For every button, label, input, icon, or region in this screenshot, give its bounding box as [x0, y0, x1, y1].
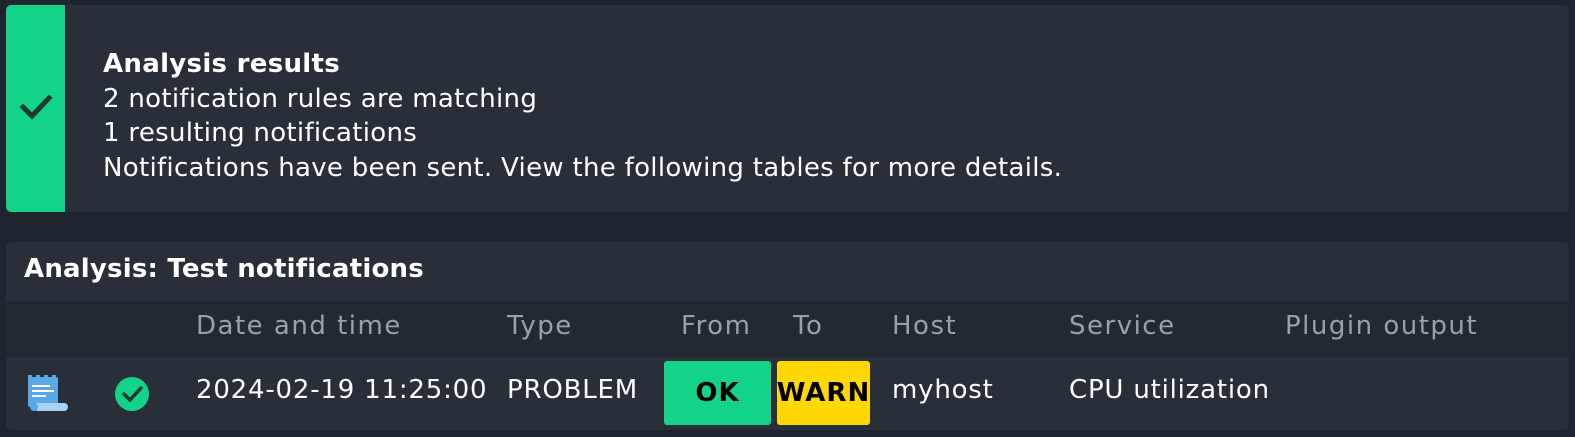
result-title: Analysis results — [103, 49, 341, 79]
table-row: 2024-02-19 11:25:00 PROBLEM OK WARN myho… — [6, 358, 1569, 430]
result-line-rules: 2 notification rules are matching — [103, 83, 538, 114]
result-line-sent: Notifications have been sent. View the f… — [103, 152, 1063, 183]
column-plugin-output: Plugin output — [1285, 311, 1479, 341]
analysis-results-message: Analysis results 2 notification rules ar… — [6, 5, 1569, 212]
column-service: Service — [1069, 311, 1176, 341]
state-from-badge: OK — [664, 361, 771, 425]
analysis-panel: Analysis: Test notifications Date and ti… — [6, 242, 1569, 430]
column-to: To — [793, 311, 824, 341]
cell-type: PROBLEM — [507, 375, 638, 405]
column-date: Date and time — [196, 311, 402, 341]
success-strip — [6, 5, 65, 212]
check-icon — [18, 90, 53, 128]
cell-host: myhost — [892, 375, 994, 405]
column-type: Type — [507, 311, 573, 341]
cell-service: CPU utilization — [1069, 375, 1270, 405]
column-host: Host — [892, 311, 958, 341]
result-line-notifications: 1 resulting notifications — [103, 118, 418, 148]
table-header: Date and time Type From To Host Service … — [6, 301, 1569, 357]
result-text: Analysis results 2 notification rules ar… — [103, 47, 1062, 185]
success-check-icon — [114, 376, 150, 416]
state-to-badge: WARN — [777, 361, 870, 425]
notification-log-icon[interactable] — [26, 373, 70, 417]
analysis-title: Analysis: Test notifications — [24, 254, 424, 284]
cell-date: 2024-02-19 11:25:00 — [196, 375, 488, 405]
column-from: From — [681, 311, 752, 341]
